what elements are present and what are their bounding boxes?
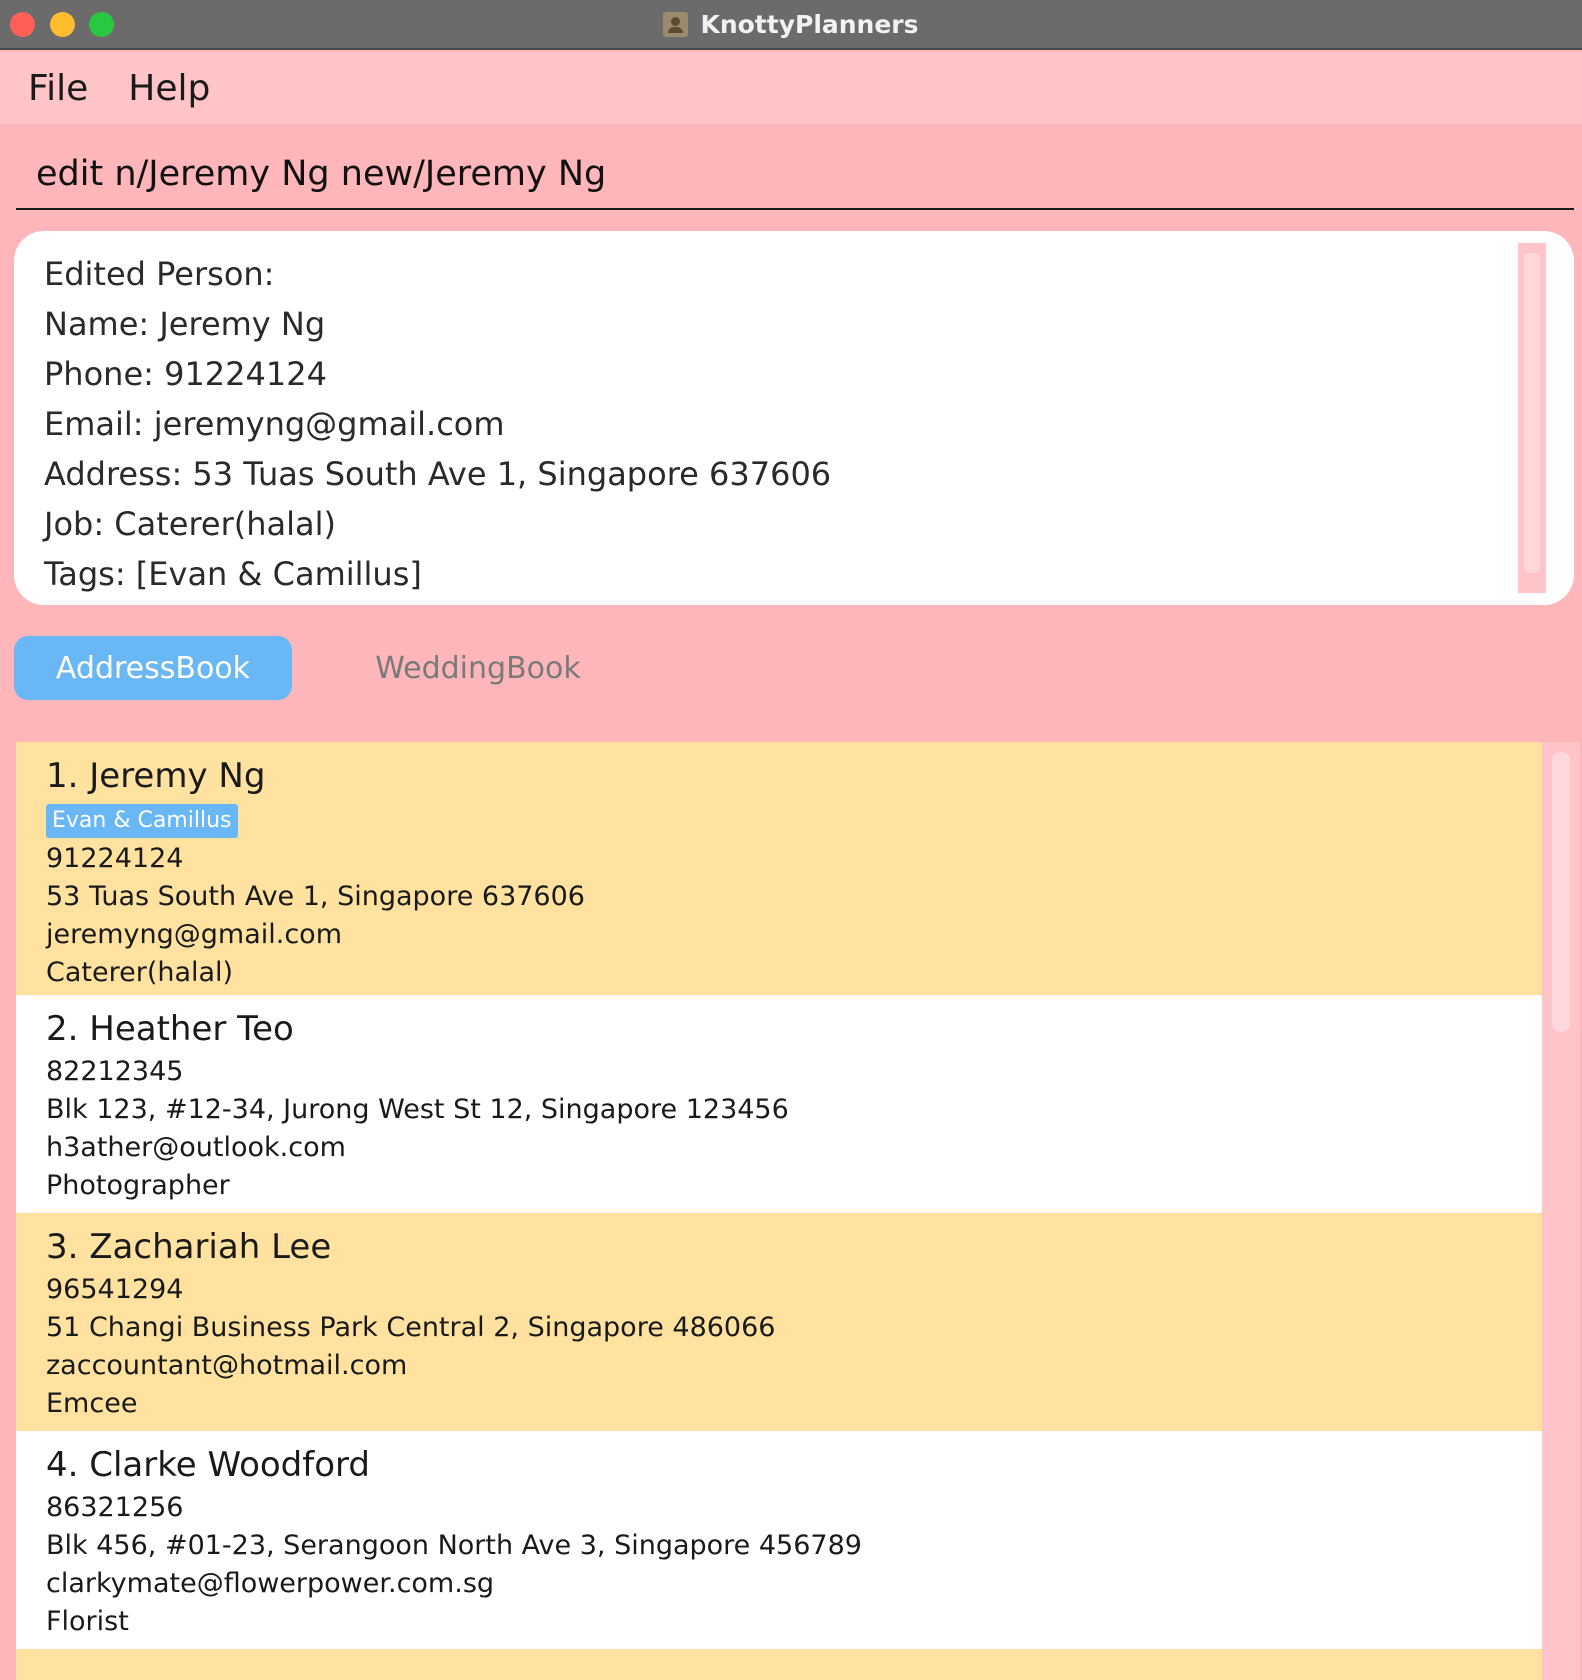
person-phone: 91224124 [46, 843, 184, 874]
list-scrollbar-thumb[interactable] [1552, 752, 1570, 1032]
person-email: jeremyng@gmail.com [46, 919, 342, 950]
result-line: Tags: [Evan & Camillus] [44, 555, 422, 593]
person-job: Emcee [46, 1388, 138, 1419]
list-scrollbar[interactable] [1542, 742, 1580, 1680]
tab-wedding-book[interactable]: WeddingBook [360, 636, 596, 700]
window-title: KnottyPlanners [0, 0, 1582, 48]
result-line: Email: jeremyng@gmail.com [44, 405, 505, 443]
person-phone: 86321256 [46, 1492, 184, 1523]
person-name: 4. Clarke Woodford [46, 1445, 370, 1485]
person-card[interactable]: 3. Zachariah Lee 96541294 51 Changi Busi… [16, 1213, 1542, 1431]
person-address: 51 Changi Business Park Central 2, Singa… [46, 1312, 776, 1343]
window-title-text: KnottyPlanners [700, 9, 919, 39]
person-address: Blk 456, #01-23, Serangoon North Ave 3, … [46, 1530, 862, 1561]
person-card[interactable]: 2. Heather Teo 82212345 Blk 123, #12-34,… [16, 995, 1542, 1213]
person-job: Photographer [46, 1170, 230, 1201]
person-email: zaccountant@hotmail.com [46, 1350, 408, 1381]
person-job: Caterer(halal) [46, 957, 234, 988]
command-input-text: edit n/Jeremy Ng new/Jeremy Ng [36, 154, 607, 194]
person-card[interactable]: 1. Jeremy Ng Evan & Camillus 91224124 53… [16, 742, 1542, 995]
person-name: 3. Zachariah Lee [46, 1227, 332, 1267]
person-name: 2. Heather Teo [46, 1009, 294, 1049]
person-address: Blk 123, #12-34, Jurong West St 12, Sing… [46, 1094, 789, 1125]
window-titlebar: KnottyPlanners [0, 0, 1582, 50]
person-name: 1. Jeremy Ng [46, 756, 266, 796]
person-address: 53 Tuas South Ave 1, Singapore 637606 [46, 881, 585, 912]
result-scrollbar[interactable] [1518, 243, 1546, 593]
result-line: Edited Person: [44, 255, 275, 293]
person-email: clarkymate@flowerpower.com.sg [46, 1568, 495, 1599]
app-icon [663, 11, 689, 37]
person-phone: 82212345 [46, 1056, 184, 1087]
person-tag: Evan & Camillus [46, 804, 238, 838]
person-phone: 96541294 [46, 1274, 184, 1305]
result-line: Job: Caterer(halal) [44, 505, 337, 543]
result-line: Name: Jeremy Ng [44, 305, 326, 343]
result-display: Edited Person: Name: Jeremy Ng Phone: 91… [14, 231, 1574, 605]
tab-address-book[interactable]: AddressBook [14, 636, 292, 700]
person-email: h3ather@outlook.com [46, 1132, 346, 1163]
person-job: Florist [46, 1606, 129, 1637]
result-line: Phone: 91224124 [44, 355, 327, 393]
menu-bar: File Help [0, 52, 1582, 124]
command-input[interactable]: edit n/Jeremy Ng new/Jeremy Ng [16, 140, 1574, 210]
person-list: 1. Jeremy Ng Evan & Camillus 91224124 53… [16, 742, 1542, 1680]
menu-help[interactable]: Help [128, 68, 210, 109]
person-card-partial[interactable] [16, 1649, 1542, 1680]
person-card[interactable]: 4. Clarke Woodford 86321256 Blk 456, #01… [16, 1431, 1542, 1649]
result-scrollbar-thumb[interactable] [1524, 253, 1540, 573]
menu-file[interactable]: File [28, 68, 88, 109]
result-line: Address: 53 Tuas South Ave 1, Singapore … [44, 455, 832, 493]
